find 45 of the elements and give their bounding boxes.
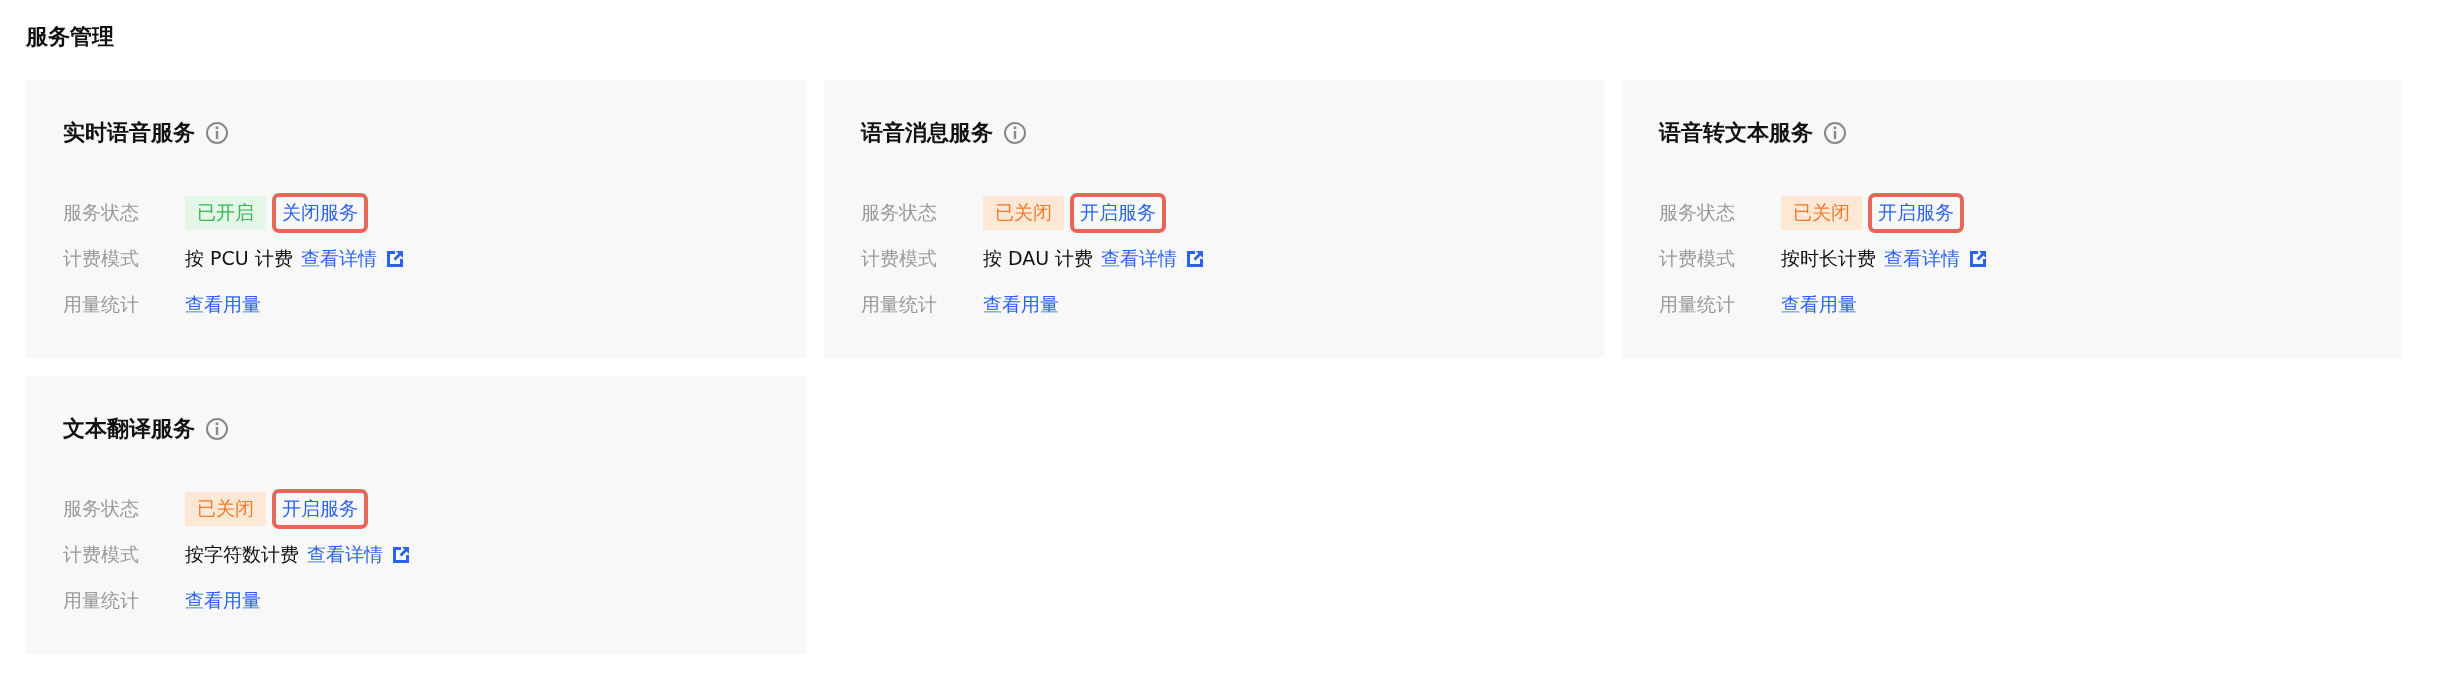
external-link-icon[interactable]: [1968, 249, 1988, 269]
info-icon: [1823, 121, 1847, 145]
billing-mode: 按 DAU 计费: [983, 246, 1094, 271]
toggle-service-button[interactable]: 开启服务: [272, 489, 368, 529]
usage-link[interactable]: 查看用量: [1781, 292, 1857, 318]
usage-link[interactable]: 查看用量: [185, 588, 261, 614]
field-label: 用量统计: [861, 292, 938, 317]
external-link-icon[interactable]: [1185, 249, 1206, 269]
external-link-icon[interactable]: [391, 545, 411, 565]
field-label: 用量统计: [63, 292, 140, 317]
toggle-service-button[interactable]: 关闭服务: [272, 193, 368, 233]
toggle-service-button[interactable]: 开启服务: [1070, 193, 1166, 233]
status-tag: 已开启: [185, 196, 266, 230]
details-link[interactable]: 查看详情: [307, 542, 383, 568]
field-label: 服务状态: [861, 200, 938, 225]
info-icon: [205, 417, 229, 441]
service-title: 语音消息服务: [861, 119, 993, 147]
field-label: 服务状态: [63, 496, 140, 521]
field-label: 用量统计: [63, 588, 140, 613]
field-label: 服务状态: [1659, 200, 1736, 225]
details-link[interactable]: 查看详情: [1884, 246, 1960, 272]
details-link[interactable]: 查看详情: [1101, 246, 1178, 272]
field-label: 服务状态: [63, 200, 140, 225]
field-label: 用量统计: [1659, 292, 1736, 317]
field-label: 计费模式: [63, 246, 140, 271]
details-link[interactable]: 查看详情: [300, 246, 377, 272]
billing-mode: 按 PCU 计费: [185, 246, 293, 271]
billing-mode: 按时长计费: [1781, 246, 1876, 271]
usage-link[interactable]: 查看用量: [983, 292, 1059, 318]
status-tag: 已关闭: [983, 196, 1064, 230]
service-title: 文本翻译服务: [63, 415, 195, 443]
service-title: 语音转文本服务: [1659, 119, 1813, 147]
info-icon: [1003, 121, 1027, 145]
usage-link[interactable]: 查看用量: [185, 292, 261, 318]
status-tag: 已关闭: [1781, 196, 1862, 230]
field-label: 计费模式: [63, 542, 140, 567]
toggle-service-button[interactable]: 开启服务: [1868, 193, 1964, 233]
status-tag: 已关闭: [185, 492, 266, 526]
field-label: 计费模式: [1659, 246, 1736, 271]
service-title: 实时语音服务: [63, 119, 195, 147]
page-title: 服务管理: [26, 23, 115, 51]
external-link-icon[interactable]: [384, 249, 405, 269]
billing-mode: 按字符数计费: [185, 542, 299, 567]
field-label: 计费模式: [861, 246, 938, 271]
info-icon: [205, 121, 229, 145]
